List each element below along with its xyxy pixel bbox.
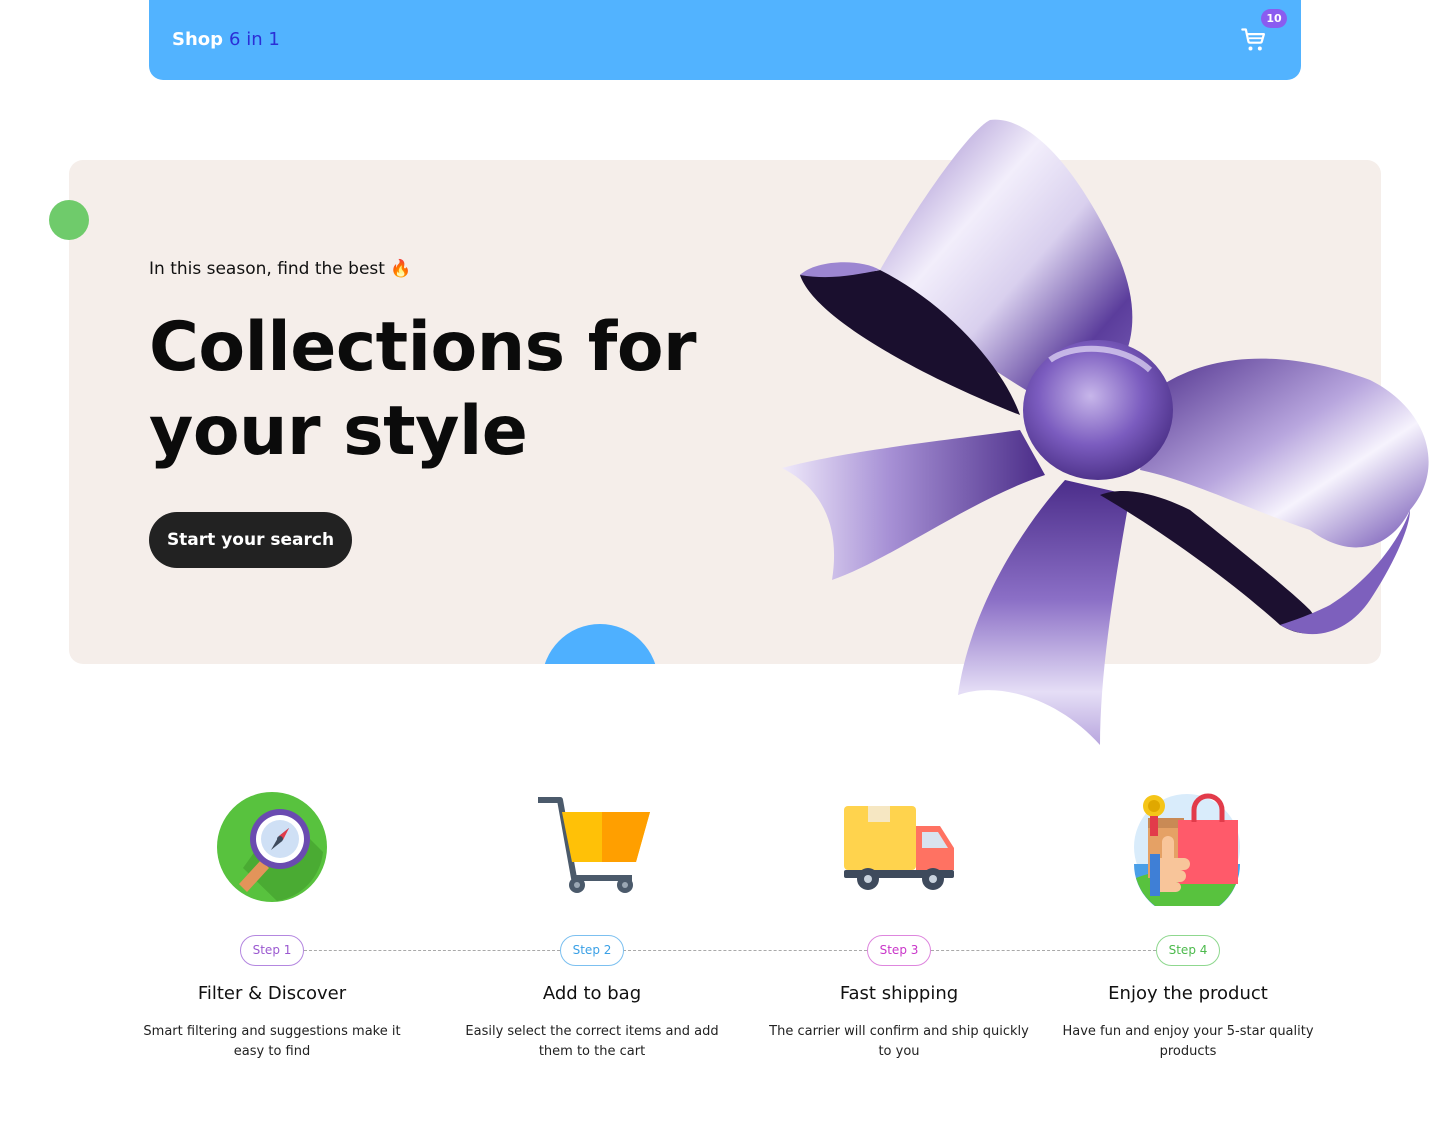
step-badge-4: Step 4 xyxy=(1156,935,1220,966)
step-badge-3: Step 3 xyxy=(867,935,931,966)
step-connector-3 xyxy=(931,950,1156,951)
blue-circle-decoration xyxy=(542,624,658,664)
step-title-4: Enjoy the product xyxy=(1108,983,1268,1004)
start-search-button[interactable]: Start your search xyxy=(149,512,352,568)
shopping-cart-icon xyxy=(538,797,650,893)
cart-icon xyxy=(1241,28,1266,51)
top-navbar: Shop 6 in 1 10 xyxy=(149,0,1301,80)
step-badge-1: Step 1 xyxy=(240,935,304,966)
step-connector-2 xyxy=(623,950,867,951)
step-description-4: Have fun and enjoy your 5-star quality p… xyxy=(1062,1024,1314,1059)
ribbon-bow-image xyxy=(782,119,1429,745)
step-description-2: Easily select the correct items and add … xyxy=(465,1024,719,1059)
brand-logo[interactable]: Shop 6 in 1 xyxy=(172,29,280,51)
step-title-3: Fast shipping xyxy=(839,983,959,1004)
magnifier-compass-icon xyxy=(217,792,327,902)
shopping-bag-thumbs-up-icon xyxy=(1134,793,1240,906)
brand-secondary: 6 in 1 xyxy=(229,29,280,50)
step-title-1: Filter & Discover xyxy=(197,983,347,1004)
step-title-2: Add to bag xyxy=(542,983,642,1004)
delivery-truck-icon xyxy=(844,806,954,890)
step-badge-2: Step 2 xyxy=(560,935,624,966)
hero-headline: Collections for your style xyxy=(149,308,697,471)
step-description-1: Smart filtering and suggestions make it … xyxy=(143,1024,401,1059)
cart-button[interactable] xyxy=(1239,26,1269,54)
step-connector-1 xyxy=(304,950,560,951)
hero-eyebrow: In this season, find the best 🔥 xyxy=(149,259,412,279)
green-dot-decoration xyxy=(49,200,89,240)
cart-count-badge: 10 xyxy=(1261,9,1287,28)
brand-primary: Shop xyxy=(172,29,224,50)
step-description-3: The carrier will confirm and ship quickl… xyxy=(769,1024,1029,1059)
